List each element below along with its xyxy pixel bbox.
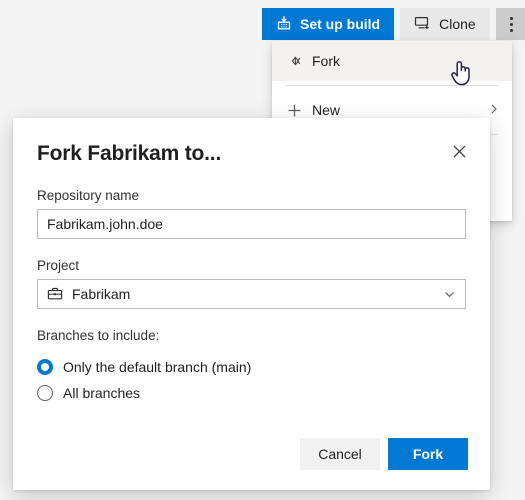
kebab-more-icon [510,16,514,32]
page-title: Fork Fabrikam to... [37,142,222,165]
radio-default-branch[interactable]: Only the default branch (main) [37,354,466,380]
fork-button[interactable]: Fork [388,438,468,470]
menu-divider [286,85,498,86]
project-field: Project Fabrikam [37,258,466,309]
dialog-header: Fork Fabrikam to... [13,118,490,166]
fork-dialog: Fork Fabrikam to... Repository name Proj… [13,118,490,490]
clone-button[interactable]: Clone [400,8,490,40]
radio-all-branches[interactable]: All branches [37,380,466,406]
radio-unselected-icon [37,385,53,401]
setup-build-label: Set up build [300,16,381,32]
close-button[interactable] [442,136,476,170]
branches-heading: Branches to include: [37,328,160,343]
clone-monitor-download-icon [414,15,431,34]
menu-item-fork[interactable]: Fork [272,41,512,81]
project-select[interactable]: Fabrikam [37,279,466,309]
branches-field: Branches to include: Only the default br… [37,328,466,406]
command-bar: Set up build Clone [262,8,525,40]
radio-selected-icon [37,359,53,375]
clone-label: Clone [439,16,476,32]
project-value: Fabrikam [72,286,131,302]
radio-default-branch-label: Only the default branch (main) [63,359,252,375]
build-icon [276,15,292,34]
project-label: Project [37,258,80,273]
dialog-body: Repository name Project Fabrikam [13,166,490,406]
menu-item-fork-label: Fork [312,53,340,69]
plus-icon [286,102,312,119]
setup-build-button[interactable]: Set up build [262,8,395,40]
repository-name-label: Repository name [37,188,140,203]
repository-name-field: Repository name [37,188,466,239]
cancel-button[interactable]: Cancel [300,438,380,470]
more-actions-button[interactable] [495,8,525,40]
close-x-icon [451,143,468,163]
radio-all-branches-label: All branches [63,385,141,401]
fork-diamond-icon [286,52,312,70]
menu-item-new-label: New [312,102,341,118]
repository-name-input[interactable] [37,209,466,239]
chevron-down-icon [443,288,456,301]
dialog-footer: Cancel Fork [300,438,468,470]
briefcase-icon [47,286,63,302]
chevron-right-icon [488,102,500,118]
